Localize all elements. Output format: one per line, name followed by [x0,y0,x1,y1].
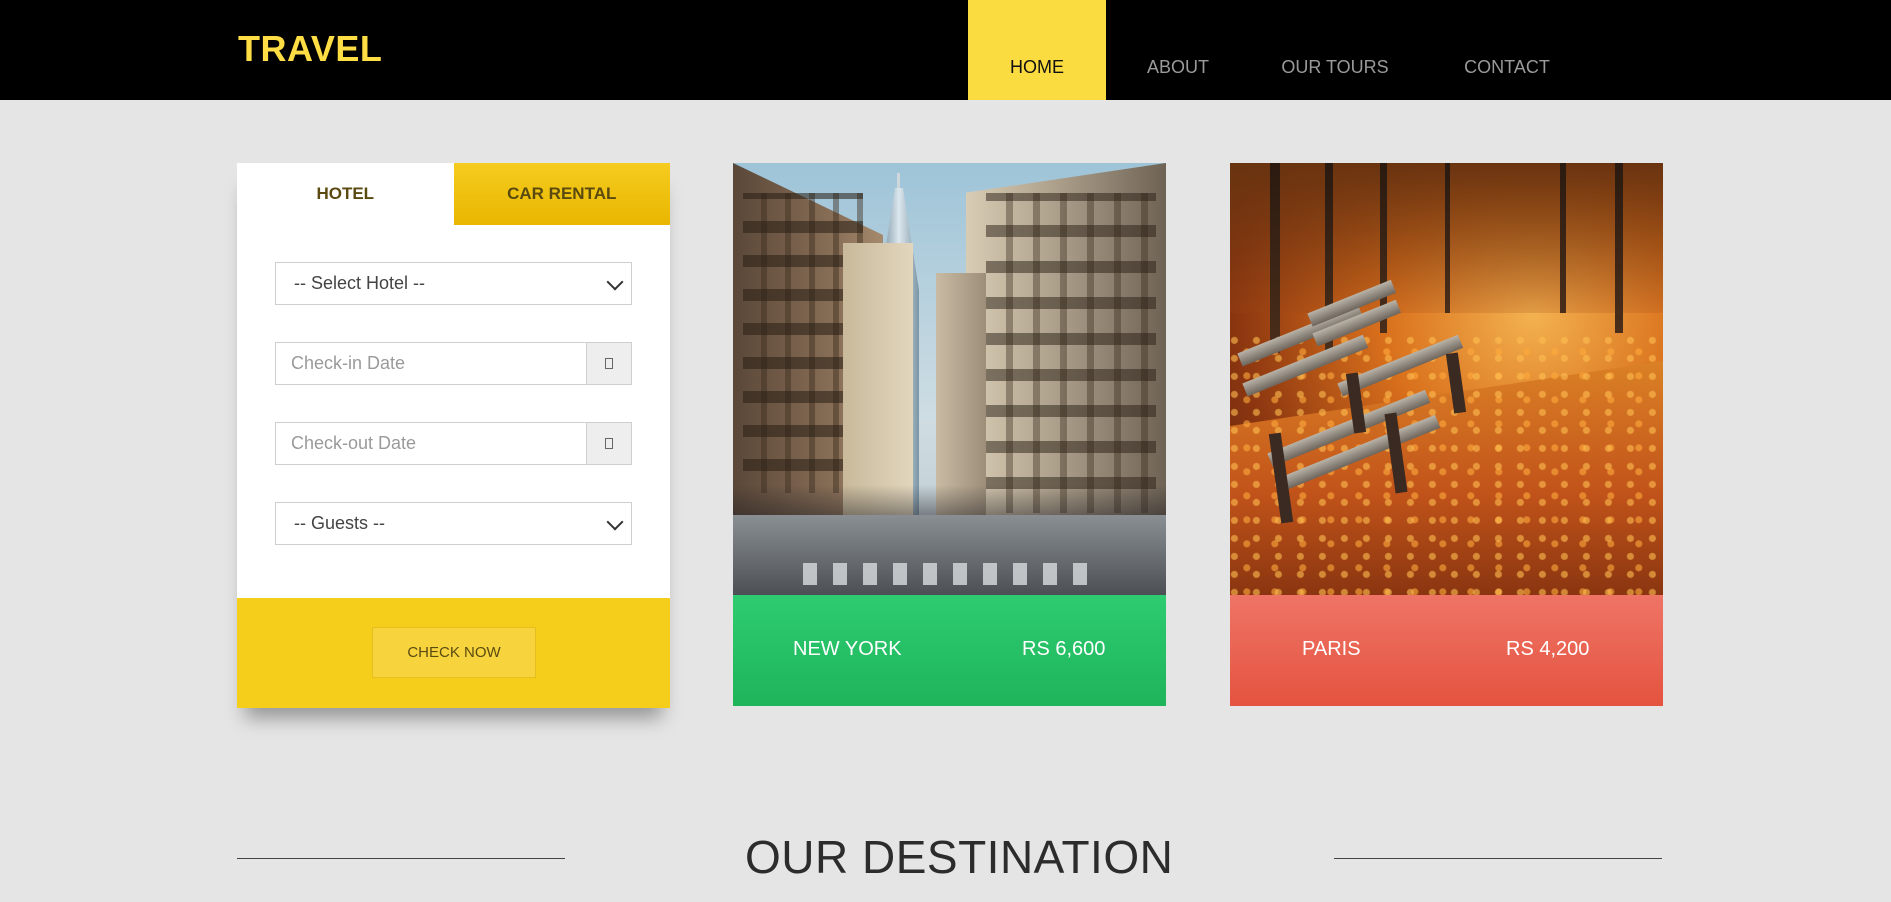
checkout-calendar-button[interactable] [586,423,631,464]
nav-item-about[interactable]: ABOUT [1106,0,1250,100]
booking-tabs: HOTEL CAR RENTAL [237,163,670,225]
checkin-date-input[interactable]: Check-in Date [276,353,586,374]
destination-card-new-york[interactable]: NEW YORK RS 6,600 [733,163,1166,706]
destination-price: RS 6,600 [1022,638,1106,660]
booking-form: -- Select Hotel -- Check-in Date Check-o… [237,225,670,660]
calendar-icon [605,438,613,449]
destination-price: RS 4,200 [1506,638,1590,660]
checkin-date-field[interactable]: Check-in Date [275,342,632,385]
chevron-down-icon [606,513,624,530]
checkout-date-field[interactable]: Check-out Date [275,422,632,465]
section-divider-left [237,858,565,859]
checkout-date-input[interactable]: Check-out Date [276,433,586,454]
guests-select-value: -- Guests -- [294,513,386,533]
nav-item-contact[interactable]: CONTACT [1420,0,1594,100]
guests-select[interactable]: -- Guests -- [275,502,632,545]
new-york-photo [733,163,1166,595]
section-divider-right [1334,858,1662,859]
checkin-calendar-button[interactable] [586,343,631,384]
calendar-icon [605,358,613,369]
paris-photo [1230,163,1663,595]
booking-widget: HOTEL CAR RENTAL -- Select Hotel -- Chec… [237,163,670,708]
card-caption: PARIS RS 4,200 [1230,595,1663,706]
card-caption: NEW YORK RS 6,600 [733,595,1166,706]
tab-car-rental[interactable]: CAR RENTAL [453,163,670,225]
check-now-button[interactable]: CHECK NOW [372,627,536,678]
destination-name: PARIS [1302,638,1361,660]
destination-name: NEW YORK [793,638,902,660]
chevron-down-icon [606,273,624,290]
nav-item-our-tours[interactable]: OUR TOURS [1250,0,1420,100]
nav-item-home[interactable]: HOME [968,0,1106,100]
brand-logo[interactable]: TRAVEL [238,28,382,70]
hotel-select[interactable]: -- Select Hotel -- [275,262,632,305]
destination-card-paris[interactable]: PARIS RS 4,200 [1230,163,1663,706]
section-title: OUR DESTINATION [745,831,1174,883]
hotel-select-value: -- Select Hotel -- [294,273,426,293]
top-navbar: TRAVEL HOME ABOUT OUR TOURS CONTACT [0,0,1891,100]
tab-hotel[interactable]: HOTEL [237,163,454,225]
booking-footer: CHECK NOW [237,598,670,708]
main-nav: HOME ABOUT OUR TOURS CONTACT [968,0,1594,100]
